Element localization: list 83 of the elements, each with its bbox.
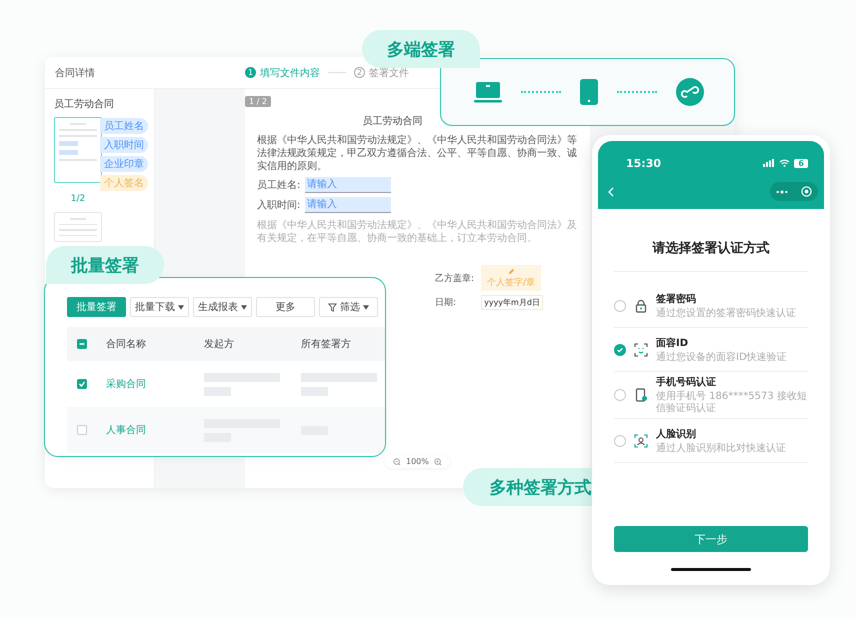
face-scan-icon [634,434,648,448]
battery-level: 6 [794,158,808,168]
capsule-menu[interactable] [770,182,818,201]
field-tag[interactable]: 入职时间 [100,137,148,153]
back-icon[interactable] [608,186,614,196]
zoom-level: 100% [406,457,429,466]
toolbar-button[interactable]: 筛选 [319,297,378,317]
page-number: 1/2 [70,194,86,204]
face-id-icon [634,342,648,356]
document-paragraph: 根据《中华人民共和国劳动法规定》、《中华人民共和国劳动合同法》等法律法规政策规定，甲乙双方遵循合法、公平、平等自愿、协商一致、诚实信用的原则。 [257,134,578,173]
field-tag[interactable]: 员工姓名 [100,118,148,134]
toolbar-button[interactable]: 批量下载 [130,297,189,317]
signal-icon [763,159,776,167]
target-icon[interactable] [800,186,812,197]
page-counter: 1 / 2 [245,96,271,107]
zoom-in-icon[interactable] [434,458,442,466]
check-icon [77,379,87,389]
feature-label: 多端签署 [362,30,480,68]
auth-option[interactable]: 签署密码 通过您设置的签署密码快速认证 [614,284,808,328]
phone-icon [580,79,598,105]
auth-option[interactable]: 面容ID 通过您设备的面容ID快速验证 [614,328,808,372]
auth-option[interactable]: 人脸识别 通过人脸识别和比对快速认证 [614,419,808,463]
contract-link[interactable]: 人事合同 [106,423,204,437]
lock-icon [634,298,648,312]
laptop-icon [474,80,502,104]
row-checkbox[interactable] [77,425,87,435]
date-field[interactable]: yyyy年m月d日 [481,295,543,310]
filter-icon [328,302,337,312]
document-paragraph: 根据《中华人民共和国劳动法规定》、《中华人民共和国劳动合同法》及有关规定，在平等自愿、协商一致的基础上，订立本劳动合同。 [257,219,578,245]
radio-button[interactable] [614,300,626,312]
document-name: 员工劳动合同 [54,98,115,111]
step-tab[interactable]: 2 签署文件 [354,66,409,80]
link-circle-icon [676,78,704,106]
zoom-out-icon[interactable] [393,458,401,466]
row-checkbox[interactable] [77,379,87,389]
page-title: 请选择签署认证方式 [614,239,808,272]
field-tag[interactable]: 个人签名 [100,175,148,191]
dotted-line [521,91,561,93]
option-title: 签署密码 [656,292,697,306]
dotted-line [617,91,657,93]
radio-button[interactable] [614,389,626,401]
caret-icon [363,304,369,310]
field-label: 员工姓名: [257,179,302,192]
column-header: 发起方 [204,338,235,351]
auth-option[interactable]: 手机号码认证 使用手机号 186****5573 接收短信验证码认证 [614,372,808,419]
input-field[interactable]: 请输入 [305,197,391,213]
input-field[interactable]: 请输入 [305,177,391,193]
option-description: 通过人脸识别和比对快速认证 [656,442,786,454]
toolbar-button[interactable]: 生成报表 [193,297,252,317]
contract-link[interactable]: 采购合同 [106,377,204,391]
option-description: 通过您设备的面容ID快速验证 [656,352,787,364]
toolbar-button[interactable]: 更多 [256,297,315,317]
column-header: 所有签署方 [301,338,352,351]
caret-icon [241,304,247,310]
field-tag[interactable]: 企业印章 [100,156,148,172]
step-tab[interactable]: 1 填写文件内容 [245,66,320,80]
clock-time: 15:30 [626,156,662,170]
toolbar-button[interactable]: 批量签署 [67,297,126,317]
check-icon [616,346,624,354]
feature-label: 批量签署 [46,246,164,284]
radio-button[interactable] [614,344,626,356]
date-label: 日期: [435,296,458,309]
option-title: 手机号码认证 [656,376,717,389]
option-description: 使用手机号 186****5573 接收短信验证码认证 [656,391,808,415]
signature-field[interactable]: 个人签字/章 [481,265,541,291]
more-icon[interactable] [776,190,788,194]
option-description: 通过您设置的签署密码快速认证 [656,308,796,320]
page-thumbnail[interactable] [54,212,102,242]
caret-icon [178,304,184,310]
option-title: 人脸识别 [656,428,697,440]
phone-message-icon [634,388,648,402]
pen-icon [507,268,515,276]
next-button[interactable]: 下一步 [614,526,808,552]
page-thumbnail[interactable] [54,117,102,183]
wifi-icon [779,159,790,167]
field-label: 入职时间: [257,198,302,212]
radio-button[interactable] [614,434,626,446]
column-header: 合同名称 [106,338,147,351]
window-title: 合同详情 [55,66,96,80]
option-title: 面容ID [656,336,690,350]
seal-label: 乙方盖章: [435,272,476,284]
select-all-checkbox[interactable] [77,339,87,349]
document-title: 员工劳动合同 [362,114,424,128]
